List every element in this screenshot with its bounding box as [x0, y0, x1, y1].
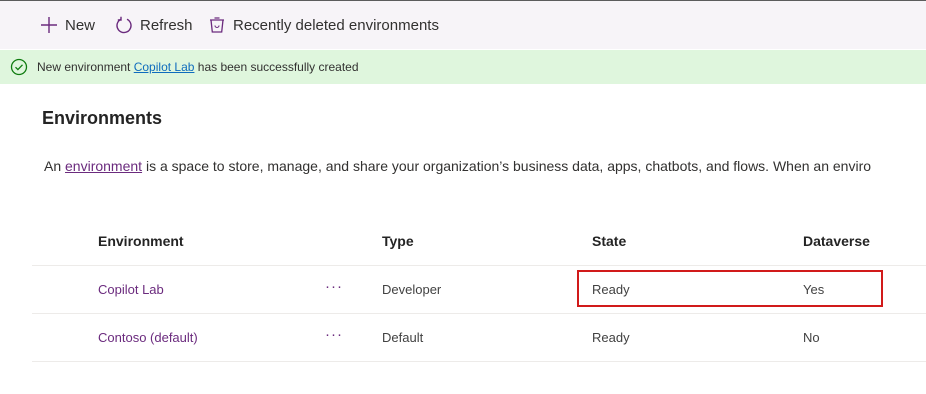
refresh-button-label: Refresh: [140, 16, 193, 34]
desc-prefix: An: [44, 158, 66, 174]
more-actions-button[interactable]: ···: [325, 278, 343, 295]
environment-name-link[interactable]: Contoso (default): [98, 330, 198, 345]
type-cell: Default: [382, 330, 424, 345]
type-cell: Developer: [382, 282, 442, 297]
more-actions-button[interactable]: ···: [325, 326, 343, 343]
new-button[interactable]: New: [40, 1, 95, 49]
banner-prefix: New environment: [37, 60, 134, 74]
page-description: An environment is a space to store, mana…: [44, 158, 871, 174]
recently-deleted-button[interactable]: Recently deleted environments: [208, 1, 439, 49]
recently-deleted-label: Recently deleted environments: [233, 16, 439, 34]
recycle-bin-icon: [208, 16, 226, 34]
environment-help-link[interactable]: environment: [65, 158, 142, 174]
row-divider: [32, 361, 926, 362]
page-title: Environments: [42, 108, 163, 128]
plus-icon: [40, 16, 58, 34]
refresh-button[interactable]: Refresh: [115, 1, 193, 49]
banner-environment-link[interactable]: Copilot Lab: [134, 60, 195, 74]
header-divider: [32, 265, 926, 266]
environment-name-link[interactable]: Copilot Lab: [98, 282, 164, 297]
column-header-state[interactable]: State: [592, 233, 626, 249]
check-circle-icon: [10, 58, 28, 79]
success-banner: New environment Copilot Lab has been suc…: [0, 50, 926, 84]
desc-suffix: is a space to store, manage, and share y…: [142, 158, 872, 174]
row-divider: [32, 313, 926, 314]
column-header-dataverse[interactable]: Dataverse: [803, 233, 870, 249]
column-header-environment[interactable]: Environment: [98, 233, 184, 249]
banner-message: New environment Copilot Lab has been suc…: [37, 60, 359, 74]
command-bar: New Refresh Recently deleted environment…: [0, 1, 926, 49]
column-header-type[interactable]: Type: [382, 233, 414, 249]
state-cell: Ready: [592, 330, 630, 345]
dataverse-cell: No: [803, 330, 820, 345]
banner-suffix: has been successfully created: [194, 60, 359, 74]
highlight-box: [577, 270, 883, 307]
new-button-label: New: [65, 16, 96, 34]
refresh-icon: [115, 16, 133, 34]
